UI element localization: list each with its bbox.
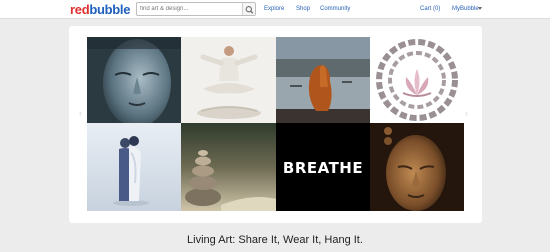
site-tagline: Living Art: Share It, Wear It, Hang It. [187, 234, 363, 246]
artwork-image [87, 123, 181, 211]
featured-gallery: ‹ › BREATHE [69, 26, 482, 223]
chevron-left-icon[interactable]: ‹ [79, 108, 82, 118]
search-input[interactable] [140, 4, 240, 14]
artwork-image [276, 37, 370, 123]
search-icon [245, 6, 254, 14]
artwork-tile-meditation[interactable] [181, 37, 276, 123]
artwork-image [87, 37, 181, 123]
nav-community-link[interactable]: Community [320, 5, 350, 13]
nav-explore-link[interactable]: Explore [264, 5, 284, 13]
artwork-image [370, 37, 464, 123]
chevron-right-icon[interactable]: › [465, 108, 468, 118]
search-button[interactable] [242, 3, 255, 15]
artwork-tile-go-with-flow[interactable] [370, 37, 464, 123]
top-bar: redbubble Explore Shop Community Cart (0… [0, 0, 550, 19]
artwork-tile-embrace[interactable] [87, 123, 181, 211]
search-box [136, 2, 256, 16]
logo-blue-part: bubble [89, 2, 131, 17]
artwork-tile-stones[interactable] [181, 123, 276, 211]
breathe-text: BREATHE [282, 159, 364, 177]
artwork-tile-buddha-stone[interactable] [87, 37, 181, 123]
mybubble-link[interactable]: MyBubble [452, 5, 479, 13]
artwork-image [181, 123, 276, 211]
artwork-tile-river[interactable] [276, 37, 370, 123]
chevron-down-icon[interactable] [478, 7, 482, 10]
artwork-image [370, 123, 464, 211]
artwork-tile-breathe[interactable]: BREATHE [276, 123, 370, 211]
redbubble-logo[interactable]: redbubble [70, 2, 130, 17]
nav-shop-link[interactable]: Shop [296, 5, 310, 13]
artwork-image [181, 37, 276, 123]
logo-red-part: red [70, 2, 90, 17]
cart-link[interactable]: Cart (0) [420, 5, 440, 13]
artwork-tile-buddha-bronze[interactable] [370, 123, 464, 211]
